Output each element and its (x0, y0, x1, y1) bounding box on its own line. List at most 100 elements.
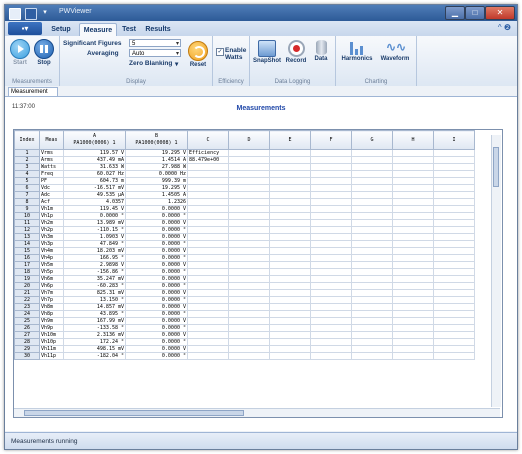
table-cell[interactable] (187, 282, 229, 290)
value-cell[interactable]: 0.0000 V (125, 261, 188, 269)
measurement-name-cell[interactable]: Vh8p (39, 310, 64, 318)
table-cell[interactable] (433, 289, 475, 297)
table-cell[interactable] (310, 170, 352, 178)
table-cell[interactable] (392, 317, 434, 325)
harmonics-button[interactable]: Harmonics (338, 40, 376, 62)
measurement-name-cell[interactable]: Vdc (39, 184, 64, 192)
row-index-cell[interactable]: 7 (14, 191, 40, 199)
table-row[interactable]: 13 Vh3m 1.0903 V 0.0000 V (14, 233, 475, 241)
table-cell[interactable] (433, 317, 475, 325)
table-cell[interactable] (269, 289, 311, 297)
row-index-cell[interactable]: 27 (14, 331, 40, 339)
table-cell[interactable] (433, 275, 475, 283)
tab-test[interactable]: Test (119, 23, 139, 36)
table-cell[interactable] (351, 296, 393, 304)
value-cell[interactable]: 0.0000 V (125, 331, 188, 339)
value-cell[interactable]: 13.150 ° (63, 296, 126, 304)
table-cell[interactable] (310, 212, 352, 220)
row-index-cell[interactable]: 4 (14, 170, 40, 178)
table-cell[interactable] (310, 240, 352, 248)
data-button[interactable]: Data (310, 40, 332, 62)
measurement-name-cell[interactable]: Vh9p (39, 324, 64, 332)
table-cell[interactable] (310, 275, 352, 283)
value-cell[interactable]: 0.0000 ° (125, 268, 188, 276)
row-index-cell[interactable]: 8 (14, 198, 40, 206)
table-cell[interactable] (351, 261, 393, 269)
table-cell[interactable] (392, 163, 434, 171)
table-cell[interactable] (392, 205, 434, 213)
table-cell[interactable] (310, 345, 352, 353)
table-cell[interactable] (433, 177, 475, 185)
vertical-scroll-thumb[interactable] (493, 147, 499, 187)
table-cell[interactable] (351, 170, 393, 178)
measurement-name-cell[interactable]: Vh1p (39, 212, 64, 220)
value-cell[interactable]: 0.0000 ° (125, 338, 188, 346)
column-header[interactable]: Index (14, 130, 40, 150)
table-cell[interactable] (351, 212, 393, 220)
table-row[interactable]: 25 Vh9m 167.99 mV 0.0000 V (14, 317, 475, 325)
value-cell[interactable]: -60.283 ° (63, 282, 126, 290)
record-button[interactable]: Record (284, 40, 308, 64)
table-cell[interactable] (433, 205, 475, 213)
row-index-cell[interactable]: 20 (14, 282, 40, 290)
measurement-name-cell[interactable]: Vh4m (39, 247, 64, 255)
table-row[interactable]: 29 Vh11m 498.15 mV 0.0000 V (14, 345, 475, 353)
table-cell[interactable] (269, 345, 311, 353)
table-row[interactable]: 17 Vh5m 2.9898 V 0.0000 V (14, 261, 475, 269)
table-cell[interactable] (392, 289, 434, 297)
table-cell[interactable] (187, 219, 229, 227)
averaging-select[interactable]: Auto ▾ (129, 49, 181, 57)
table-cell[interactable] (228, 247, 270, 255)
table-cell[interactable] (269, 149, 311, 157)
table-cell[interactable] (228, 338, 270, 346)
table-cell[interactable] (269, 156, 311, 164)
value-cell[interactable]: 0.0000 V (125, 345, 188, 353)
value-cell[interactable]: -110.15 ° (63, 226, 126, 234)
table-cell[interactable] (351, 163, 393, 171)
table-cell[interactable] (269, 331, 311, 339)
row-index-cell[interactable]: 17 (14, 261, 40, 269)
table-cell[interactable] (228, 261, 270, 269)
measurement-name-cell[interactable]: Vrms (39, 149, 64, 157)
measurement-name-cell[interactable]: Vh7m (39, 289, 64, 297)
table-row[interactable]: 27 Vh10m 2.3136 mV 0.0000 V (14, 331, 475, 339)
snapshot-button[interactable]: SnapShot (252, 40, 282, 64)
measurement-name-cell[interactable]: Vh6p (39, 282, 64, 290)
tab-measure[interactable]: Measure (79, 23, 117, 37)
table-row[interactable]: 22 Vh7p 13.150 ° 0.0000 ° (14, 296, 475, 304)
table-cell[interactable] (269, 261, 311, 269)
table-cell[interactable] (351, 219, 393, 227)
table-cell[interactable] (228, 240, 270, 248)
row-index-cell[interactable]: 24 (14, 310, 40, 318)
measurement-name-cell[interactable]: Vh9m (39, 317, 64, 325)
measurement-name-cell[interactable]: Vh2m (39, 219, 64, 227)
table-cell[interactable] (187, 226, 229, 234)
sigfig-select[interactable]: 5 ▾ (129, 39, 181, 47)
table-cell[interactable] (187, 352, 229, 360)
value-cell[interactable]: -182.04 ° (63, 352, 126, 360)
value-cell[interactable]: 0.0000 ° (125, 310, 188, 318)
table-row[interactable]: 14 Vh3p 47.849 ° 0.0000 ° (14, 240, 475, 248)
table-cell[interactable] (187, 254, 229, 262)
table-cell[interactable] (433, 324, 475, 332)
table-cell[interactable] (228, 177, 270, 185)
table-row[interactable]: 16 Vh4p 166.95 ° 0.0000 ° (14, 254, 475, 262)
table-cell[interactable] (351, 268, 393, 276)
table-cell[interactable] (187, 345, 229, 353)
table-row[interactable]: 26 Vh9p -133.58 ° 0.0000 ° (14, 324, 475, 332)
row-index-cell[interactable]: 9 (14, 205, 40, 213)
value-cell[interactable]: 0.0000 ° (125, 324, 188, 332)
table-cell[interactable] (269, 310, 311, 318)
measurement-name-cell[interactable]: Vh10p (39, 338, 64, 346)
table-cell[interactable] (187, 338, 229, 346)
row-index-cell[interactable]: 11 (14, 219, 40, 227)
table-cell[interactable] (310, 324, 352, 332)
table-cell[interactable] (392, 212, 434, 220)
table-cell[interactable] (310, 261, 352, 269)
table-cell[interactable] (187, 163, 229, 171)
table-row[interactable]: 15 Vh4m 18.203 mV 0.0000 V (14, 247, 475, 255)
table-cell[interactable] (433, 219, 475, 227)
value-cell[interactable]: 4.0357 (63, 198, 126, 206)
table-cell[interactable] (392, 254, 434, 262)
table-row[interactable]: 5 PF 604.73 m 999.39 m (14, 177, 475, 185)
